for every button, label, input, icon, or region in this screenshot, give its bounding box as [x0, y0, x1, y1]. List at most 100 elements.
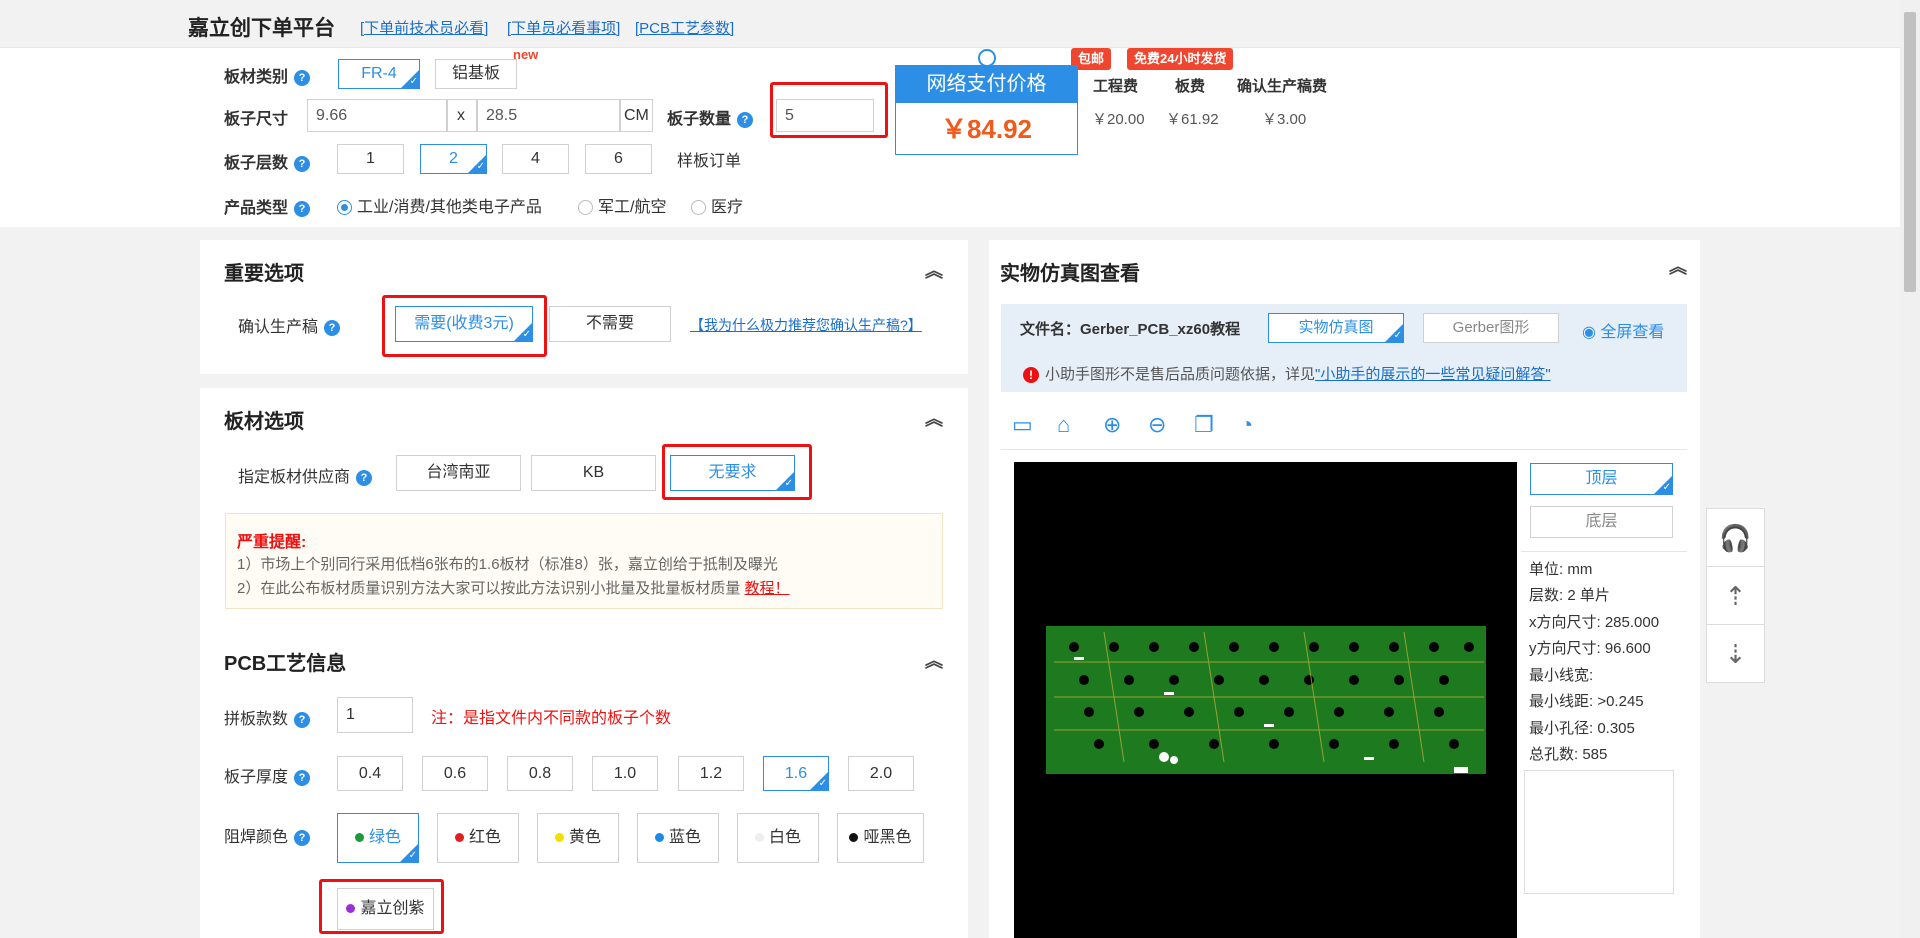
color-red[interactable]: 红色 [437, 813, 519, 863]
help-icon[interactable]: ? [294, 200, 311, 217]
color-blue[interactable]: 蓝色 [637, 813, 719, 863]
layer-bottom[interactable]: 底层 [1530, 506, 1673, 538]
price-box: 网络支付价格 ￥84.92 [895, 65, 1078, 155]
fee-value-board: ￥61.92 [1166, 111, 1219, 128]
info-y-size: y方向尺寸: 96.600 [1529, 640, 1651, 657]
help-icon[interactable]: ? [294, 69, 311, 86]
collapse-icon[interactable]: ︽ [925, 405, 943, 431]
collapse-icon[interactable]: ︽ [1669, 253, 1687, 279]
help-icon[interactable]: ? [294, 711, 311, 728]
thickness-2-0[interactable]: 2.0 [848, 756, 914, 791]
help-icon[interactable]: ? [294, 155, 311, 172]
layer-top[interactable]: 顶层 [1530, 463, 1673, 495]
important-title: 重要选项 [224, 263, 304, 285]
layers-6[interactable]: 6 [585, 144, 652, 174]
fee-value-confirm: ￥3.00 [1262, 111, 1307, 128]
radio-icon[interactable] [578, 200, 593, 216]
help-icon[interactable]: ? [294, 769, 311, 786]
info-notes-box [1524, 770, 1674, 894]
customer-service-icon[interactable]: 🎧 [1706, 508, 1765, 567]
highlight-box [662, 444, 812, 500]
color-yellow[interactable]: 黄色 [537, 813, 619, 863]
confirm-no-need[interactable]: 不需要 [549, 306, 671, 342]
panel-count-input[interactable]: 1 [337, 697, 413, 733]
material-label: 板材类别? [224, 63, 311, 87]
supplier-nanya[interactable]: 台湾南亚 [396, 455, 521, 491]
thickness-0-6[interactable]: 0.6 [422, 756, 488, 791]
material-fr4[interactable]: FR-4 [338, 59, 420, 89]
thickness-1-2[interactable]: 1.2 [678, 756, 744, 791]
thickness-1-6[interactable]: 1.6 [763, 756, 829, 791]
zoom-out-icon[interactable]: ⊖ [1148, 412, 1166, 438]
scroll-top-icon[interactable]: ⇡ [1706, 566, 1765, 625]
thickness-0-8[interactable]: 0.8 [507, 756, 573, 791]
layers-1[interactable]: 1 [337, 144, 404, 174]
fee-header-board: 板费 [1175, 78, 1206, 95]
black-dot-icon [849, 833, 859, 843]
select-icon[interactable]: ◔ [1240, 412, 1253, 438]
radio-icon[interactable] [337, 200, 352, 216]
help-icon[interactable]: ? [324, 319, 341, 336]
confirm-label: 确认生产稿? [238, 313, 341, 337]
warning-line-2: 2）在此公布板材质量识别方法大家可以按此方法识别小批量及批量板材质量 教程！ [237, 580, 790, 597]
layers-4[interactable]: 4 [502, 144, 569, 174]
pcb-render[interactable] [1014, 462, 1517, 938]
size-label: 板子尺寸 [224, 111, 289, 128]
scroll-bottom-icon[interactable]: ⇣ [1706, 624, 1765, 683]
product-military[interactable]: 军工/航空 [578, 193, 666, 217]
link-tech-must-read[interactable]: [下单前技术员必看] [360, 17, 488, 38]
color-green[interactable]: 绿色 [337, 813, 419, 863]
radio-icon[interactable] [691, 200, 706, 216]
yellow-dot-icon [554, 833, 564, 843]
board-title: 板材选项 [224, 411, 304, 433]
size-height-input[interactable]: 28.5 [477, 99, 620, 132]
help-icon[interactable]: ? [294, 829, 311, 846]
collapse-icon[interactable]: ︽ [925, 257, 943, 283]
info-min-hole: 最小孔径: 0.305 [1529, 720, 1635, 737]
size-width-input[interactable]: 9.66 [307, 99, 447, 132]
panel-count-label: 拼板款数? [224, 705, 311, 729]
scrollbar-thumb[interactable] [1904, 12, 1916, 292]
help-icon[interactable]: ? [737, 111, 754, 128]
color-white[interactable]: 白色 [737, 813, 819, 863]
layers-2[interactable]: 2 [420, 144, 487, 174]
new-badge: new [513, 47, 539, 62]
zoom-in-icon[interactable]: ⊕ [1103, 412, 1121, 438]
product-industrial[interactable]: 工业/消费/其他类电子产品 [337, 193, 542, 217]
blue-dot-icon [654, 833, 664, 843]
fee-header-eng: 工程费 [1093, 78, 1139, 95]
collapse-icon[interactable]: ︽ [925, 647, 943, 673]
material-aluminum[interactable]: 铝基板 [435, 59, 517, 89]
qty-label: 板子数量? [667, 105, 754, 129]
copy-icon[interactable]: ❐ [1194, 412, 1214, 438]
info-min-space: 最小线距: >0.245 [1529, 693, 1644, 710]
fullscreen-button[interactable]: ◉ 全屏查看 [1582, 318, 1664, 342]
thickness-1-0[interactable]: 1.0 [592, 756, 658, 791]
panel-count-note: 注：是指文件内不同款的板子个数 [431, 710, 672, 727]
faq-link[interactable]: "小助手的展示的一些常见疑问解答" [1315, 366, 1551, 383]
home-icon[interactable]: ⌂ [1057, 412, 1070, 438]
thickness-0-4[interactable]: 0.4 [337, 756, 403, 791]
highlight-box [770, 82, 888, 138]
supplier-kb[interactable]: KB [531, 455, 656, 491]
alert-icon: ! [1023, 367, 1039, 383]
preview-notice: ! 小助手图形不是售后品质问题依据，详见"小助手的展示的一些常见疑问解答" [1023, 363, 1551, 384]
why-confirm-link[interactable]: 【我为什么极力推荐您确认生产稿?】 [690, 315, 922, 335]
tab-gerber[interactable]: Gerber图形 [1423, 313, 1559, 343]
green-dot-icon [354, 833, 364, 843]
color-matte-black[interactable]: 哑黑色 [837, 813, 924, 863]
fast-ship-tag: 免费24小时发货 [1127, 48, 1234, 70]
pcb-title: PCB工艺信息 [224, 653, 347, 675]
file-name: 文件名：Gerber_PCB_xz60教程 [1020, 321, 1241, 338]
pcb-image [1046, 626, 1486, 774]
ruler-icon[interactable]: ▭ [1012, 412, 1033, 438]
supplier-label: 指定板材供应商? [238, 463, 373, 487]
help-icon[interactable]: ? [356, 469, 373, 486]
info-unit: 单位: mm [1529, 561, 1593, 578]
link-pcb-params[interactable]: [PCB工艺参数] [635, 17, 734, 38]
product-medical[interactable]: 医疗 [691, 193, 743, 217]
tab-simulation[interactable]: 实物仿真图 [1268, 313, 1404, 343]
link-order-notes[interactable]: [下单员必看事项] [507, 17, 620, 38]
warning-line-1: 1）市场上个别同行采用低档6张布的1.6板材（标准8）张，嘉立创给于抵制及曝光 [237, 556, 778, 573]
tutorial-link[interactable]: 教程！ [745, 580, 790, 597]
